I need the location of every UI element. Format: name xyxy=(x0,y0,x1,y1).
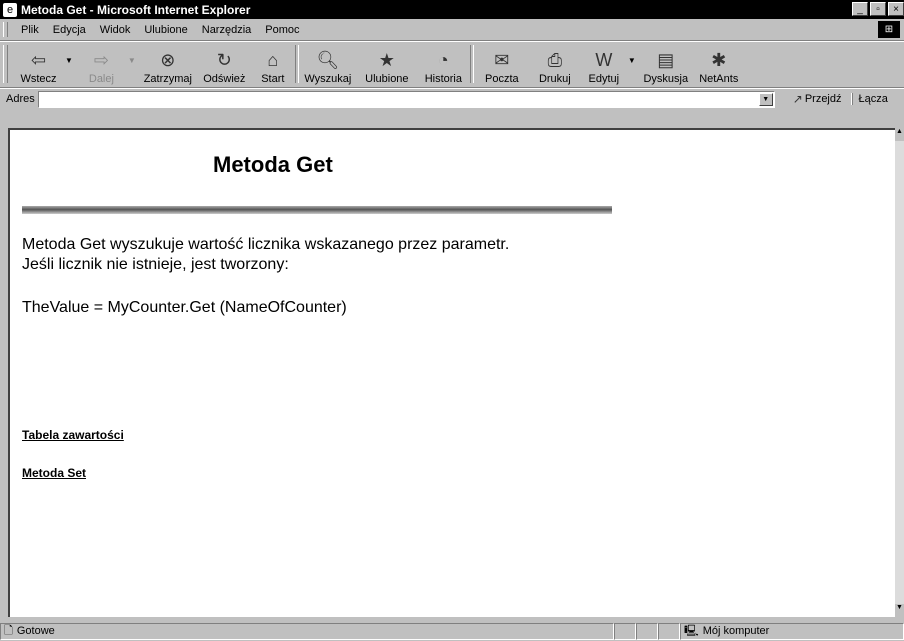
history-button[interactable]: ◔ Historia xyxy=(417,43,470,87)
security-zone-pane: 🖳︎ Mój komputer xyxy=(680,622,904,640)
go-arrow-icon[interactable]: ↗ xyxy=(793,92,803,106)
status-pane-blank xyxy=(636,622,658,640)
links-button[interactable]: Łącza xyxy=(851,93,888,105)
computer-icon: 🖳︎ xyxy=(684,624,699,637)
forward-arrow-icon: ⇨ xyxy=(93,49,109,70)
zone-text: Mój komputer xyxy=(702,625,770,637)
menu-plik[interactable]: Plik xyxy=(14,24,46,36)
edit-dropdown-icon[interactable]: ▼ xyxy=(628,56,636,65)
description-text: Metoda Get wyszukuje wartość licznika ws… xyxy=(22,235,509,275)
refresh-icon: ↻ xyxy=(216,49,232,70)
stop-button[interactable]: ⊗ Zatrzymaj xyxy=(138,43,198,87)
address-label: Adres xyxy=(6,93,35,105)
menu-widok[interactable]: Widok xyxy=(93,24,138,36)
page-content: Metoda Get Metoda Get wyszukuje wartość … xyxy=(8,128,895,617)
word-edit-icon: W xyxy=(595,49,613,70)
status-text-pane: 🗋︎ Gotowe xyxy=(0,622,614,640)
netants-button[interactable]: ✱ NetAnts xyxy=(694,43,744,87)
address-bar: Adres ▼ ↗ Przejdź Łącza xyxy=(0,88,904,109)
favorites-folder-icon: ★ xyxy=(378,49,395,70)
edit-button[interactable]: W Edytuj xyxy=(580,43,628,87)
scroll-down-icon[interactable]: ▼ xyxy=(895,604,904,617)
link-metoda-set[interactable]: Metoda Set xyxy=(22,466,86,480)
menu-ulubione[interactable]: Ulubione xyxy=(137,24,194,36)
history-icon: ◔ xyxy=(437,49,449,70)
menu-pomoc[interactable]: Pomoc xyxy=(258,24,306,36)
menubar-grip[interactable] xyxy=(3,22,8,37)
mail-button[interactable]: ✉ Poczta xyxy=(474,43,530,87)
vertical-scrollbar[interactable]: ▲ ▼ xyxy=(895,128,904,617)
menu-narzedzia[interactable]: Narzędzia xyxy=(195,24,259,36)
home-icon: ⌂ xyxy=(267,49,279,70)
stop-icon: ⊗ xyxy=(160,49,176,70)
description-line-2: Jeśli licznik nie istnieje, jest tworzon… xyxy=(22,256,289,273)
back-dropdown-icon[interactable]: ▼ xyxy=(65,56,73,65)
windows-logo-icon: ⊞ xyxy=(878,21,900,38)
search-button[interactable]: 🔍︎ Wyszukaj xyxy=(299,43,357,87)
link-table-of-contents[interactable]: Tabela zawartości xyxy=(22,428,124,442)
go-button[interactable]: Przejdź xyxy=(805,93,842,105)
discuss-button[interactable]: ▤ Dyskusja xyxy=(638,43,694,87)
status-pane-blank xyxy=(658,622,680,640)
forward-button[interactable]: ⇨ Dalej xyxy=(75,43,128,87)
back-button[interactable]: ⇦ Wstecz xyxy=(12,43,65,87)
discuss-icon: ▤ xyxy=(657,49,675,70)
netants-icon: ✱ xyxy=(711,49,727,70)
page-title: Metoda Get xyxy=(213,152,333,177)
back-arrow-icon: ⇦ xyxy=(30,49,47,70)
mail-icon: ✉ xyxy=(494,49,510,70)
home-button[interactable]: ⌂ Start xyxy=(251,43,295,87)
ie-app-icon[interactable]: e xyxy=(3,2,17,17)
standard-toolbar: ⇦ Wstecz ▼ ⇨ Dalej ▼ ⊗ Zatrzymaj ↻ Odświ… xyxy=(0,41,904,88)
description-line-1: Metoda Get wyszukuje wartość licznika ws… xyxy=(22,236,510,253)
printer-icon: ⎙ xyxy=(547,49,563,70)
toolbar-grip[interactable] xyxy=(3,45,8,83)
status-bar: 🗋︎ Gotowe 🖳︎ Mój komputer xyxy=(0,621,904,641)
horizontal-rule xyxy=(22,206,612,214)
title-bar: e Metoda Get - Microsoft Internet Explor… xyxy=(0,0,904,19)
forward-dropdown-icon[interactable]: ▼ xyxy=(128,56,136,65)
address-dropdown-icon[interactable]: ▼ xyxy=(758,92,773,106)
menu-edycja[interactable]: Edycja xyxy=(46,24,93,36)
code-sample: TheValue = MyCounter.Get (NameOfCounter) xyxy=(22,299,347,316)
maximize-button[interactable]: ▫ xyxy=(870,2,886,16)
window-title: Metoda Get - Microsoft Internet Explorer xyxy=(21,2,251,17)
menu-bar: Plik Edycja Widok Ulubione Narzędzia Pom… xyxy=(0,19,904,41)
address-input[interactable]: ▼ xyxy=(37,90,775,108)
favorites-button[interactable]: ★ Ulubione xyxy=(357,43,417,87)
status-pane-blank xyxy=(614,622,636,640)
search-icon: 🔍︎ xyxy=(316,49,340,70)
print-button[interactable]: ⎙ Drukuj xyxy=(530,43,580,87)
scroll-up-icon[interactable]: ▲ xyxy=(895,128,904,141)
page-icon: 🗋︎ xyxy=(4,624,13,637)
close-button[interactable]: × xyxy=(888,2,904,16)
refresh-button[interactable]: ↻ Odśwież xyxy=(198,43,251,87)
status-text: Gotowe xyxy=(16,625,55,637)
minimize-button[interactable]: _ xyxy=(852,2,868,16)
